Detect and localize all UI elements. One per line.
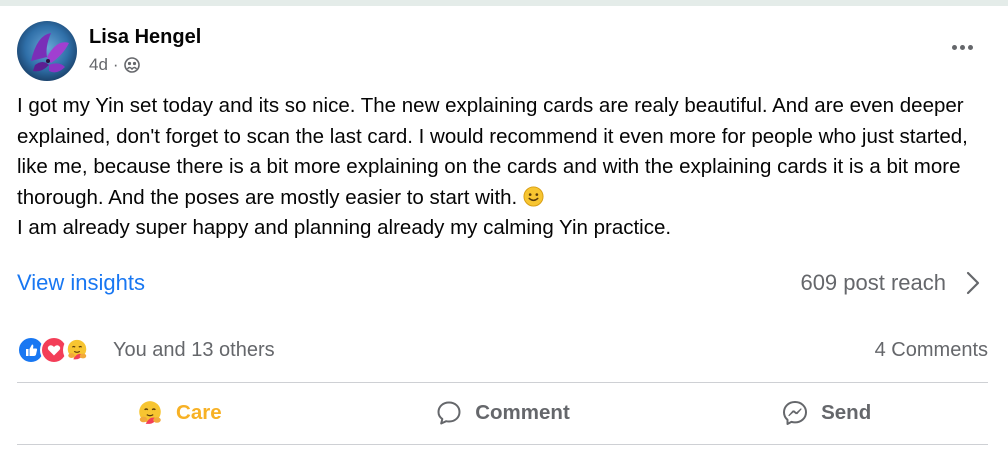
chevron-right-icon[interactable] [962, 268, 984, 298]
post-text: I got my Yin set today and its so nice. … [17, 91, 992, 244]
action-bar: Care Comment Send [17, 382, 988, 444]
send-label: Send [821, 401, 872, 424]
send-button[interactable]: Send [664, 382, 988, 444]
more-dots-icon[interactable] [946, 35, 978, 59]
messenger-icon [783, 401, 808, 425]
smile-emoji-icon [523, 185, 544, 207]
reaction-summary[interactable]: You and 13 others [113, 339, 275, 362]
post-text-body: I got my Yin set today and its so nice. … [17, 94, 968, 209]
friends-icon [123, 57, 140, 73]
post-time[interactable]: 4d [89, 55, 108, 75]
care-icon [139, 401, 161, 424]
author-name[interactable]: Lisa Hengel [89, 26, 201, 49]
comment-button[interactable]: Comment [341, 382, 665, 444]
comment-icon [437, 401, 461, 425]
care-button[interactable]: Care [17, 382, 341, 444]
meta-separator: · [112, 55, 119, 74]
care-icon [63, 336, 91, 364]
post-reach[interactable]: 609 post reach [800, 270, 946, 296]
view-insights-link[interactable]: View insights [17, 270, 145, 296]
divider-bottom [17, 444, 988, 445]
post-text-line2: I am already super happy and planning al… [17, 216, 672, 239]
comment-label: Comment [475, 401, 570, 424]
reaction-icons[interactable] [17, 335, 91, 365]
comment-count[interactable]: 4 Comments [875, 339, 988, 362]
post-meta: 4d · [89, 55, 140, 75]
care-label: Care [176, 401, 222, 424]
avatar[interactable] [17, 21, 77, 81]
